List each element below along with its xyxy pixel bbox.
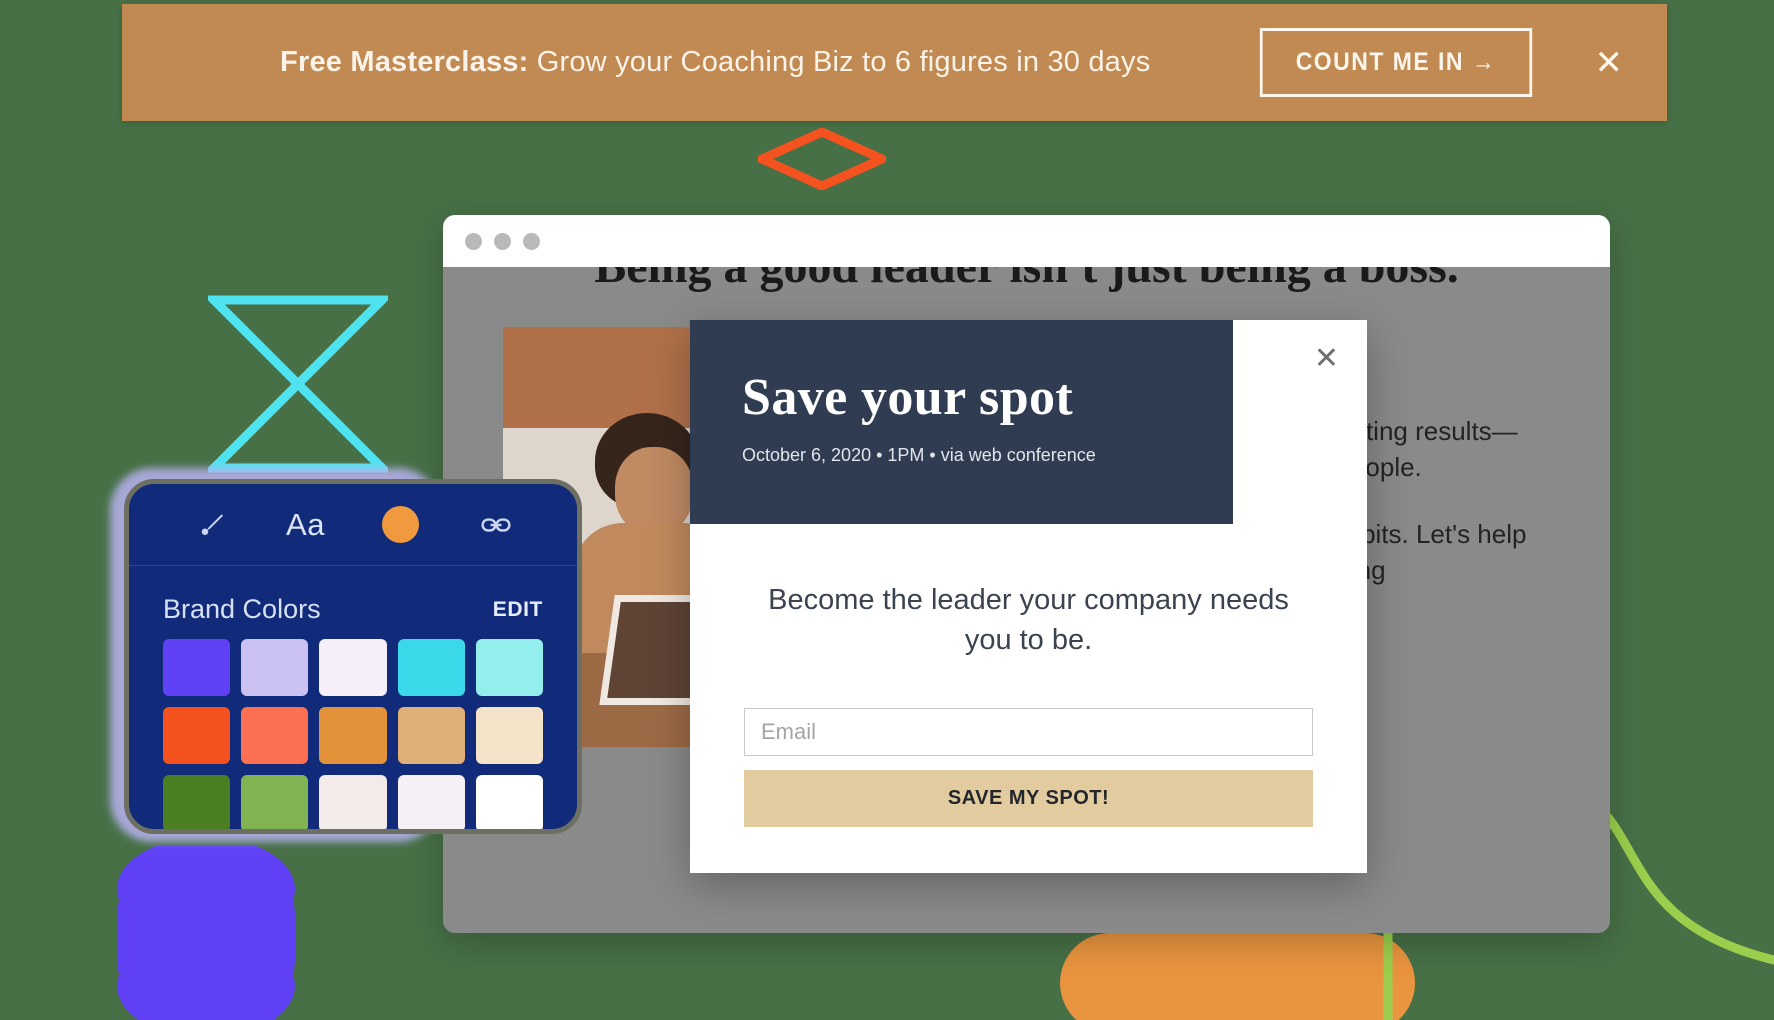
browser-chrome-bar (443, 215, 1610, 267)
email-input[interactable] (744, 708, 1313, 757)
brand-panel-toolbar: Aa (129, 484, 577, 566)
hourglass-outline-shape (208, 295, 388, 473)
page-heading: Being a good leader isn't just being a b… (443, 267, 1610, 296)
brand-swatch[interactable] (163, 707, 231, 764)
brand-swatch[interactable] (163, 775, 231, 829)
popup-header: Save your spot October 6, 2020 • 1PM • v… (690, 320, 1233, 524)
window-dot-close[interactable] (465, 232, 482, 250)
popup-title: Save your spot (742, 369, 1074, 426)
brush-icon (201, 513, 223, 535)
popup-subtitle: Become the leader your company needs you… (768, 584, 1289, 657)
color-tool-button[interactable] (353, 506, 448, 543)
brand-swatch[interactable] (163, 639, 231, 696)
orange-pill-shape (1060, 933, 1415, 1020)
save-your-spot-popup: ✕ Save your spot October 6, 2020 • 1PM •… (690, 320, 1367, 873)
purple-blob-shape (117, 845, 295, 1020)
window-dot-maximize[interactable] (523, 232, 540, 250)
window-dot-minimize[interactable] (494, 232, 511, 250)
banner-message-rest: Grow your Coaching Biz to 6 figures in 3… (528, 46, 1151, 78)
popup-meta-text: October 6, 2020 • 1PM • via web conferen… (742, 445, 1096, 465)
brand-swatch-grid (129, 639, 577, 829)
brand-swatch[interactable] (475, 639, 543, 696)
brand-swatch[interactable] (241, 775, 309, 829)
popup-body: Become the leader your company needs you… (690, 524, 1367, 828)
diamond-outline-shape (758, 128, 886, 190)
brand-swatch[interactable] (319, 639, 387, 696)
banner-bold-prefix: Free Masterclass: (280, 46, 529, 78)
brand-swatch[interactable] (241, 707, 309, 764)
brand-swatch[interactable] (475, 775, 543, 829)
brand-swatch[interactable] (475, 707, 543, 764)
brand-colors-panel: Aa Brand Colors EDIT (124, 479, 582, 834)
brand-swatch[interactable] (319, 707, 387, 764)
brand-swatch[interactable] (397, 707, 465, 764)
brand-swatch[interactable] (319, 775, 387, 829)
screen-root: Being a good leader isn't just being a b… (0, 0, 1774, 1020)
link-icon (480, 517, 511, 532)
photo-person-face (615, 447, 693, 535)
text-tool-button[interactable]: Aa (258, 507, 353, 543)
popup-close-icon[interactable]: ✕ (1304, 338, 1349, 380)
save-my-spot-button[interactable]: SAVE MY SPOT! (744, 770, 1313, 828)
count-me-in-button[interactable]: COUNT ME IN → (1260, 28, 1533, 97)
brand-colors-header: Brand Colors EDIT (129, 566, 577, 639)
brand-colors-title: Brand Colors (163, 594, 321, 624)
brand-swatch[interactable] (241, 639, 309, 696)
color-circle-icon (382, 506, 419, 543)
announcement-banner: Free Masterclass: Grow your Coaching Biz… (122, 4, 1667, 121)
banner-close-icon[interactable]: ✕ (1585, 40, 1634, 86)
brand-swatch[interactable] (397, 775, 465, 829)
brush-tool-button[interactable] (163, 510, 258, 540)
link-tool-button[interactable] (448, 508, 543, 542)
brand-colors-edit-button[interactable]: EDIT (493, 598, 543, 622)
banner-message: Free Masterclass: Grow your Coaching Biz… (122, 46, 1248, 79)
brand-swatch[interactable] (397, 639, 465, 696)
